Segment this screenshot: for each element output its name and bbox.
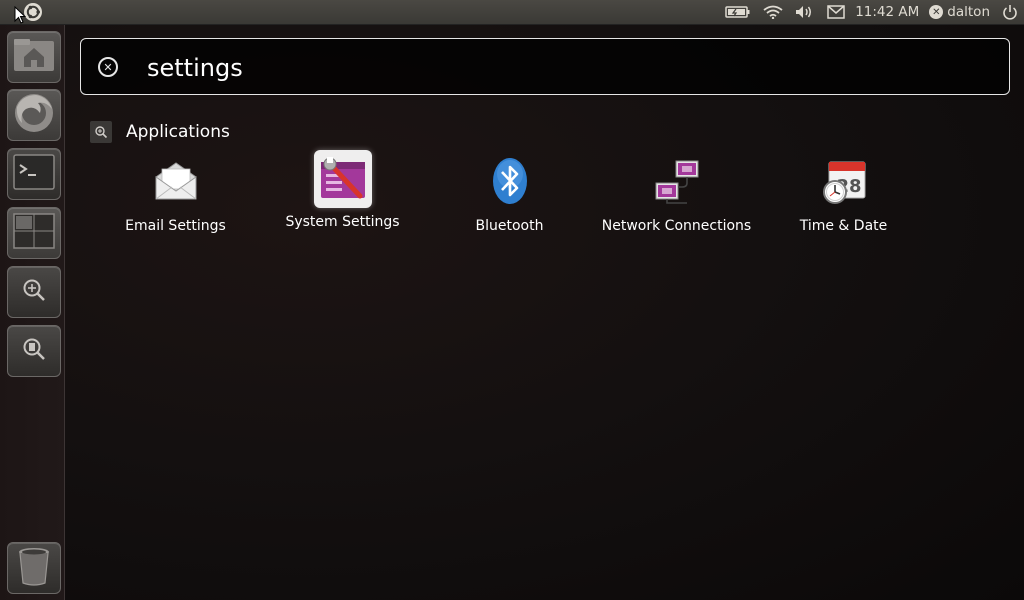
dash-search-bar: ✕ <box>80 38 1010 95</box>
power-icon[interactable] <box>1002 4 1018 20</box>
mouse-cursor-icon <box>14 5 27 28</box>
category-header[interactable]: Applications <box>90 121 230 143</box>
launcher-workspace-switcher[interactable] <box>7 207 61 259</box>
top-panel: 11:42 AM ✕ dalton <box>0 0 1024 25</box>
category-label: Applications <box>126 122 230 142</box>
launcher-home-folder[interactable] <box>7 31 61 83</box>
mail-icon[interactable] <box>827 5 845 19</box>
wifi-icon[interactable] <box>763 5 783 19</box>
search-input[interactable] <box>145 49 969 87</box>
system-settings-icon <box>313 150 372 208</box>
result-label: Email Settings <box>125 218 226 234</box>
result-label: System Settings <box>285 214 400 230</box>
files-lens-icon <box>21 336 47 366</box>
launcher-terminal[interactable] <box>7 148 61 200</box>
network-connections-icon <box>646 150 708 212</box>
result-system-settings[interactable]: System Settings <box>259 150 426 245</box>
applications-lens-icon <box>21 277 47 307</box>
result-label: Time & Date <box>799 218 888 234</box>
launcher <box>0 25 65 600</box>
launcher-files-lens[interactable] <box>7 325 61 377</box>
volume-icon[interactable] <box>795 5 815 19</box>
email-settings-icon <box>145 150 207 212</box>
battery-icon[interactable] <box>725 5 751 19</box>
results-grid: Email Settings System Settings Bluetooth… <box>92 150 992 250</box>
workspace-switcher-icon <box>12 212 56 254</box>
clock[interactable]: 11:42 AM <box>855 4 919 20</box>
result-bluetooth[interactable]: Bluetooth <box>426 150 593 245</box>
launcher-trash[interactable] <box>7 542 61 594</box>
result-network-connections[interactable]: Network Connections <box>593 150 760 245</box>
system-tray: 11:42 AM ✕ dalton <box>713 0 1018 24</box>
result-label: Bluetooth <box>475 218 544 234</box>
time-and-date-icon: 28 <box>813 150 875 212</box>
launcher-firefox[interactable] <box>7 89 61 141</box>
user-menu[interactable]: ✕ dalton <box>929 4 990 20</box>
result-label: Network Connections <box>601 218 752 234</box>
terminal-icon <box>12 153 56 195</box>
bluetooth-icon <box>479 150 541 212</box>
launcher-applications-lens[interactable] <box>7 266 61 318</box>
clear-search-button[interactable]: ✕ <box>98 57 118 77</box>
result-email-settings[interactable]: Email Settings <box>92 150 259 245</box>
user-session-icon: ✕ <box>929 5 944 19</box>
trash-icon <box>14 545 54 591</box>
result-time-date[interactable]: 28 Time & Date <box>760 150 927 245</box>
home-folder-icon <box>12 35 56 79</box>
close-icon: ✕ <box>103 60 113 74</box>
user-name: dalton <box>947 4 990 20</box>
applications-lens-icon <box>90 121 112 143</box>
firefox-icon <box>12 91 56 139</box>
